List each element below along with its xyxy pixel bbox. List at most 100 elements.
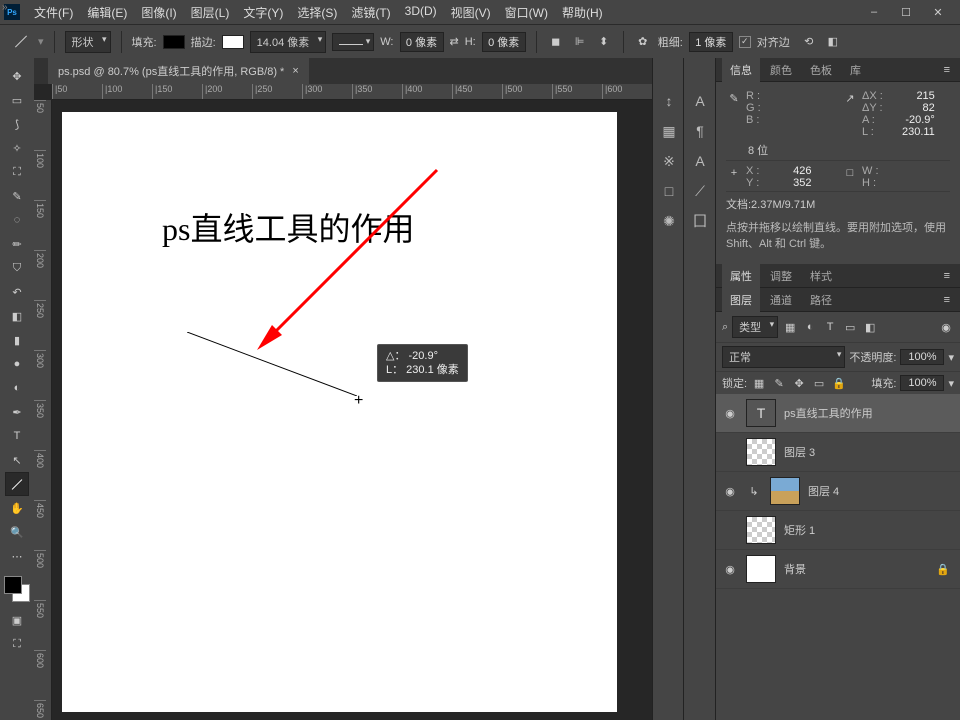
gradient-tool[interactable]: ▮ bbox=[5, 328, 29, 352]
layer-kind-dropdown[interactable]: 类型 bbox=[732, 316, 778, 338]
menu-help[interactable]: 帮助(H) bbox=[556, 0, 609, 25]
tab-close-icon[interactable]: × bbox=[292, 65, 298, 77]
tab-styles[interactable]: 样式 bbox=[802, 264, 840, 288]
layer-thumbnail[interactable] bbox=[746, 555, 776, 583]
lasso-tool[interactable]: ⟆ bbox=[5, 112, 29, 136]
wand-tool[interactable]: ✧ bbox=[5, 136, 29, 160]
weight-input[interactable]: 1 像素 bbox=[689, 32, 733, 52]
layer-row[interactable]: 图层 3 bbox=[716, 433, 960, 472]
layer-thumbnail[interactable] bbox=[746, 516, 776, 544]
fill-opacity-input[interactable]: 100% bbox=[900, 375, 944, 391]
path-select-tool[interactable]: ↖ bbox=[5, 448, 29, 472]
visibility-icon[interactable]: ◉ bbox=[722, 407, 738, 420]
tab-paths[interactable]: 路径 bbox=[802, 288, 840, 312]
align-icon[interactable]: ⊫ bbox=[571, 33, 589, 51]
filter-shape-icon[interactable]: ▭ bbox=[842, 319, 858, 335]
filter-toggle-icon[interactable]: ◉ bbox=[938, 319, 954, 335]
props-panel-menu-icon[interactable]: ≡ bbox=[940, 270, 954, 282]
align-edges-checkbox[interactable]: ✓ bbox=[739, 36, 751, 48]
history-brush-tool[interactable]: ↶ bbox=[5, 280, 29, 304]
menu-image[interactable]: 图像(I) bbox=[135, 0, 182, 25]
paragraph-panel-icon[interactable]: ¶ bbox=[684, 116, 716, 146]
minimize-button[interactable]: ‒ bbox=[864, 6, 884, 19]
shape-mode-dropdown[interactable]: 形状 bbox=[65, 31, 111, 53]
fill-opacity-dropdown-icon[interactable]: ▾ bbox=[948, 377, 954, 390]
layers-panel-menu-icon[interactable]: ≡ bbox=[940, 294, 954, 306]
line-tool[interactable] bbox=[5, 472, 29, 496]
patch-tool[interactable]: ◌ bbox=[5, 208, 29, 232]
color-swatches[interactable] bbox=[4, 576, 30, 602]
visibility-icon[interactable]: ◉ bbox=[722, 563, 738, 576]
tab-info[interactable]: 信息 bbox=[722, 58, 760, 82]
layer-row[interactable]: ◉ ↳ 图层 4 bbox=[716, 472, 960, 511]
quickmask-tool[interactable]: ▣ bbox=[5, 608, 29, 632]
menu-filter[interactable]: 滤镜(T) bbox=[345, 0, 396, 25]
tab-color[interactable]: 颜色 bbox=[762, 58, 800, 82]
layer-thumbnail[interactable] bbox=[746, 438, 776, 466]
tab-channels[interactable]: 通道 bbox=[762, 288, 800, 312]
menu-edit[interactable]: 编辑(E) bbox=[81, 0, 133, 25]
layer-name[interactable]: ps直线工具的作用 bbox=[784, 405, 873, 421]
tab-swatches[interactable]: 色板 bbox=[802, 58, 840, 82]
filter-pixel-icon[interactable]: ▦ bbox=[782, 319, 798, 335]
layer-thumbnail[interactable]: T bbox=[746, 399, 776, 427]
path-ops-icon[interactable]: ◼ bbox=[547, 33, 565, 51]
eraser-tool[interactable]: ◧ bbox=[5, 304, 29, 328]
arrange-icon[interactable]: ⬍ bbox=[595, 33, 613, 51]
foreground-color-swatch[interactable] bbox=[4, 576, 22, 594]
reset-icon[interactable]: ⟲ bbox=[800, 33, 818, 51]
visibility-icon[interactable]: ◉ bbox=[722, 485, 738, 498]
brush-panel-icon[interactable]: ※ bbox=[653, 146, 685, 176]
crop-tool[interactable]: ⛶ bbox=[5, 160, 29, 184]
tab-adjust[interactable]: 调整 bbox=[762, 264, 800, 288]
tab-libraries[interactable]: 库 bbox=[842, 58, 869, 82]
tab-layers[interactable]: 图层 bbox=[722, 288, 760, 312]
stroke-width-dropdown[interactable]: 14.04 像素 bbox=[250, 31, 327, 53]
layer-thumbnail[interactable] bbox=[770, 477, 800, 505]
filter-smart-icon[interactable]: ◧ bbox=[862, 319, 878, 335]
filter-adjust-icon[interactable]: ◐ bbox=[802, 319, 818, 335]
ruler-horizontal[interactable]: |50|100|150|200|250|300|350|400|450|500|… bbox=[52, 84, 652, 100]
tool-preset-icon[interactable] bbox=[10, 31, 32, 53]
close-button[interactable]: ✕ bbox=[928, 6, 948, 19]
text-tool[interactable]: T bbox=[5, 424, 29, 448]
lock-trans-icon[interactable]: ▦ bbox=[751, 375, 767, 391]
info-panel-menu-icon[interactable]: ≡ bbox=[940, 64, 954, 76]
toolbar-toggle-icon[interactable]: » bbox=[2, 2, 8, 13]
screenmode-tool[interactable]: ⛶ bbox=[5, 632, 29, 656]
history-panel-icon[interactable]: ↕ bbox=[653, 86, 685, 116]
edit-toolbar[interactable]: ⋯ bbox=[5, 544, 29, 568]
menu-window[interactable]: 窗口(W) bbox=[499, 0, 554, 25]
layer-name[interactable]: 背景 bbox=[784, 561, 806, 577]
brush-tool[interactable]: ✏ bbox=[5, 232, 29, 256]
opacity-dropdown-icon[interactable]: ▾ bbox=[948, 351, 954, 364]
menu-select[interactable]: 选择(S) bbox=[291, 0, 343, 25]
stamp-tool[interactable]: ⛉ bbox=[5, 256, 29, 280]
artboard-tool[interactable]: ▭ bbox=[5, 88, 29, 112]
character-panel-icon[interactable]: A bbox=[684, 86, 716, 116]
document-tab[interactable]: ps.psd @ 80.7% (ps直线工具的作用, RGB/8) * × bbox=[48, 58, 309, 84]
tab-properties[interactable]: 属性 bbox=[722, 264, 760, 288]
canvas[interactable]: ps直线工具的作用 + △： -20.9° L： 230.1 像素 bbox=[62, 112, 617, 712]
hand-tool[interactable]: ✋ bbox=[5, 496, 29, 520]
layer-name[interactable]: 图层 3 bbox=[784, 444, 815, 460]
pen-tool[interactable]: ✒ bbox=[5, 400, 29, 424]
menu-layer[interactable]: 图层(L) bbox=[185, 0, 236, 25]
zoom-tool[interactable]: 🔍 bbox=[5, 520, 29, 544]
stroke-swatch[interactable] bbox=[222, 35, 244, 49]
blur-tool[interactable]: ● bbox=[5, 352, 29, 376]
shape-panel-icon[interactable]: □ bbox=[653, 176, 685, 206]
eyedropper-tool[interactable]: ✎ bbox=[5, 184, 29, 208]
menu-3d[interactable]: 3D(D) bbox=[399, 0, 443, 25]
glyphs-panel-icon[interactable]: A bbox=[684, 146, 716, 176]
layer-name[interactable]: 图层 4 bbox=[808, 483, 839, 499]
extra-panel-icon[interactable]: ✺ bbox=[653, 206, 685, 236]
swatches-panel-icon[interactable]: ▦ bbox=[653, 116, 685, 146]
filter-text-icon[interactable]: T bbox=[822, 319, 838, 335]
panel-toggle-icon[interactable]: ◧ bbox=[824, 33, 842, 51]
maximize-button[interactable]: ☐ bbox=[896, 6, 916, 19]
menu-view[interactable]: 视图(V) bbox=[445, 0, 497, 25]
blend-mode-dropdown[interactable]: 正常 bbox=[722, 346, 845, 368]
width-input[interactable]: 0 像素 bbox=[400, 32, 444, 52]
ruler-vertical[interactable]: 50100150200250300350400450500550600650 bbox=[34, 100, 52, 720]
